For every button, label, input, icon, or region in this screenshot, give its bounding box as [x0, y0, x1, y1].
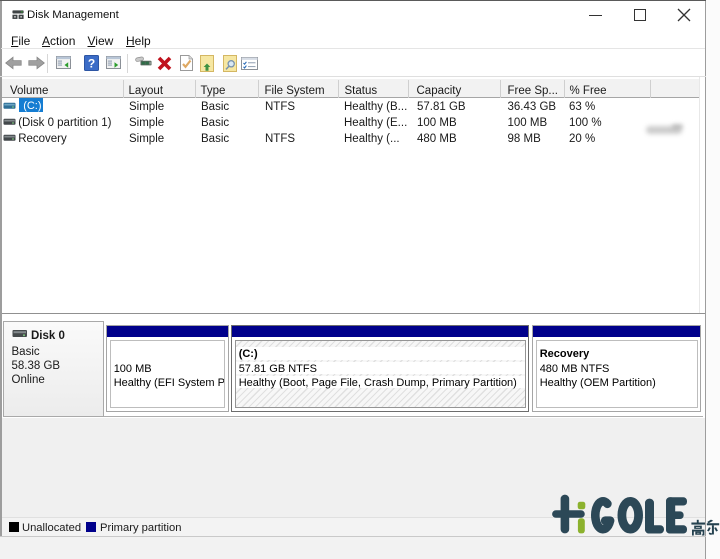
svg-text:?: ?	[88, 57, 95, 71]
